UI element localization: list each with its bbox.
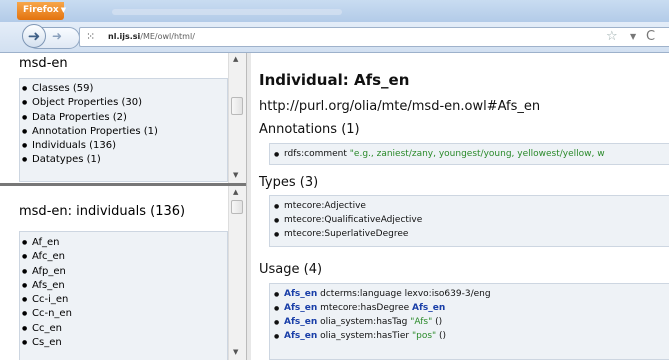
individual-list-item[interactable]: Afc_en (20, 250, 227, 264)
type-item[interactable]: mtecore:SuperlativeDegree (270, 228, 669, 242)
usage-item: Afs_en mtecore:hasDegree Afs_en (270, 302, 669, 316)
site-identity-icon[interactable]: ⁙ (86, 30, 95, 43)
usage-item: Afs_en olia_system:hasTier "pos" () (270, 330, 669, 344)
usage-subject-link[interactable]: Afs_en (284, 331, 317, 341)
annotation-value: "e.g., zaniest/zany, youngest/young, yel… (349, 149, 605, 159)
individuals-list: Af_enAfc_enAfp_enAfs_enCc-i_enCc-n_enCc_… (19, 231, 228, 360)
overview-scrollbar[interactable]: ▲ ▼ (228, 53, 246, 183)
usage-subject-link[interactable]: Afs_en (284, 303, 317, 313)
scroll-thumb[interactable] (231, 200, 243, 214)
scroll-down-icon[interactable]: ▼ (233, 171, 238, 179)
usage-item: Afs_en dcterms:language lexvo:iso639-3/e… (270, 288, 669, 302)
forward-arrow-icon: ➜ (52, 29, 63, 43)
usage-predicate: dcterms:language lexvo:iso639-3/eng (320, 289, 491, 299)
chevron-down-icon: ▼ (60, 6, 67, 14)
annotation-property: rdfs:comment (284, 149, 347, 159)
back-button[interactable]: ➜ (22, 24, 46, 48)
navigation-toolbar: ➜ ➜ ⁙ nl.ijs.si/ME/owl/html/ ☆ ▼ C (0, 22, 669, 53)
individuals-title: msd-en: individuals (136) (19, 204, 186, 219)
individuals-scrollbar[interactable]: ▲ ▼ (228, 186, 246, 360)
annotation-item: rdfs:comment "e.g., zaniest/zany, younge… (270, 148, 669, 162)
types-box: mtecore:Adjective mtecore:QualificativeA… (269, 195, 669, 247)
url-text[interactable]: nl.ijs.si/ME/owl/html/ (108, 32, 195, 41)
bookmark-star-icon[interactable]: ☆ (606, 29, 618, 44)
annotations-heading: Annotations (1) (259, 122, 360, 137)
usage-subject-link[interactable]: Afs_en (284, 317, 317, 327)
individual-list-item[interactable]: Af_en (20, 236, 227, 250)
overview-list-item[interactable]: Annotation Properties (1) (20, 125, 227, 139)
overview-list-item[interactable]: Object Properties (30) (20, 96, 227, 110)
overview-frame: msd-en Classes (59)Object Properties (30… (0, 53, 246, 183)
page-title: Individual: Afs_en (259, 71, 410, 89)
forward-button[interactable]: ➜ (52, 29, 62, 43)
individual-list-item[interactable]: Afp_en (20, 265, 227, 279)
usage-subject-link[interactable]: Afs_en (284, 289, 317, 299)
usage-literal: "Afs" (410, 317, 433, 327)
individual-list-item[interactable]: Cc-i_en (20, 293, 227, 307)
scroll-up-icon[interactable]: ▲ (233, 55, 238, 63)
tab-strip[interactable] (112, 9, 342, 15)
usage-object-link[interactable]: Afs_en (412, 303, 445, 313)
usage-tail: () (435, 317, 443, 327)
individual-list-item[interactable]: Cc-n_en (20, 307, 227, 321)
type-item[interactable]: mtecore:QualificativeAdjective (270, 214, 669, 228)
usage-box: Afs_en dcterms:language lexvo:iso639-3/e… (269, 283, 669, 360)
scroll-down-icon[interactable]: ▼ (233, 348, 238, 356)
overview-list: Classes (59)Object Properties (30)Data P… (19, 78, 228, 182)
overview-list-item[interactable]: Datatypes (1) (20, 153, 227, 167)
usage-literal: "pos" (411, 331, 437, 341)
overview-list-item[interactable]: Individuals (136) (20, 139, 227, 153)
individuals-frame: msd-en: individuals (136) Af_enAfc_enAfp… (0, 186, 246, 360)
overview-list-item[interactable]: Data Properties (2) (20, 111, 227, 125)
window-title-bar: Firefox ▼ (0, 0, 669, 22)
scroll-up-icon[interactable]: ▲ (233, 188, 238, 196)
individual-list-item[interactable]: Cs_en (20, 336, 227, 350)
back-arrow-icon: ➜ (27, 27, 41, 45)
overview-title: msd-en (19, 56, 68, 71)
individual-uri: http://purl.org/olia/mte/msd-en.owl#Afs_… (259, 99, 541, 114)
usage-heading: Usage (4) (259, 262, 323, 277)
individual-list-item[interactable]: Cc_en (20, 322, 227, 336)
reload-icon[interactable]: C (646, 29, 655, 44)
usage-item: Afs_en olia_system:hasTag "Afs" () (270, 316, 669, 330)
annotations-box: rdfs:comment "e.g., zaniest/zany, younge… (269, 143, 669, 165)
usage-predicate: mtecore:hasDegree (320, 303, 410, 313)
history-dropdown-icon[interactable]: ▼ (630, 32, 636, 41)
type-item[interactable]: mtecore:Adjective (270, 200, 669, 214)
firefox-menu-button[interactable]: Firefox ▼ (17, 2, 67, 20)
usage-predicate: olia_system:hasTag (320, 317, 408, 327)
types-heading: Types (3) (259, 175, 319, 190)
overview-list-item[interactable]: Classes (59) (20, 82, 227, 96)
scroll-thumb[interactable] (231, 97, 243, 115)
usage-tail: () (439, 331, 447, 341)
firefox-menu-label: Firefox (23, 5, 59, 15)
usage-predicate: olia_system:hasTier (320, 331, 410, 341)
content-frame: Individual: Afs_en http://purl.org/olia/… (251, 53, 669, 360)
individual-list-item[interactable]: Afs_en (20, 279, 227, 293)
address-bar[interactable]: ⁙ nl.ijs.si/ME/owl/html/ ☆ ▼ C (79, 27, 669, 47)
